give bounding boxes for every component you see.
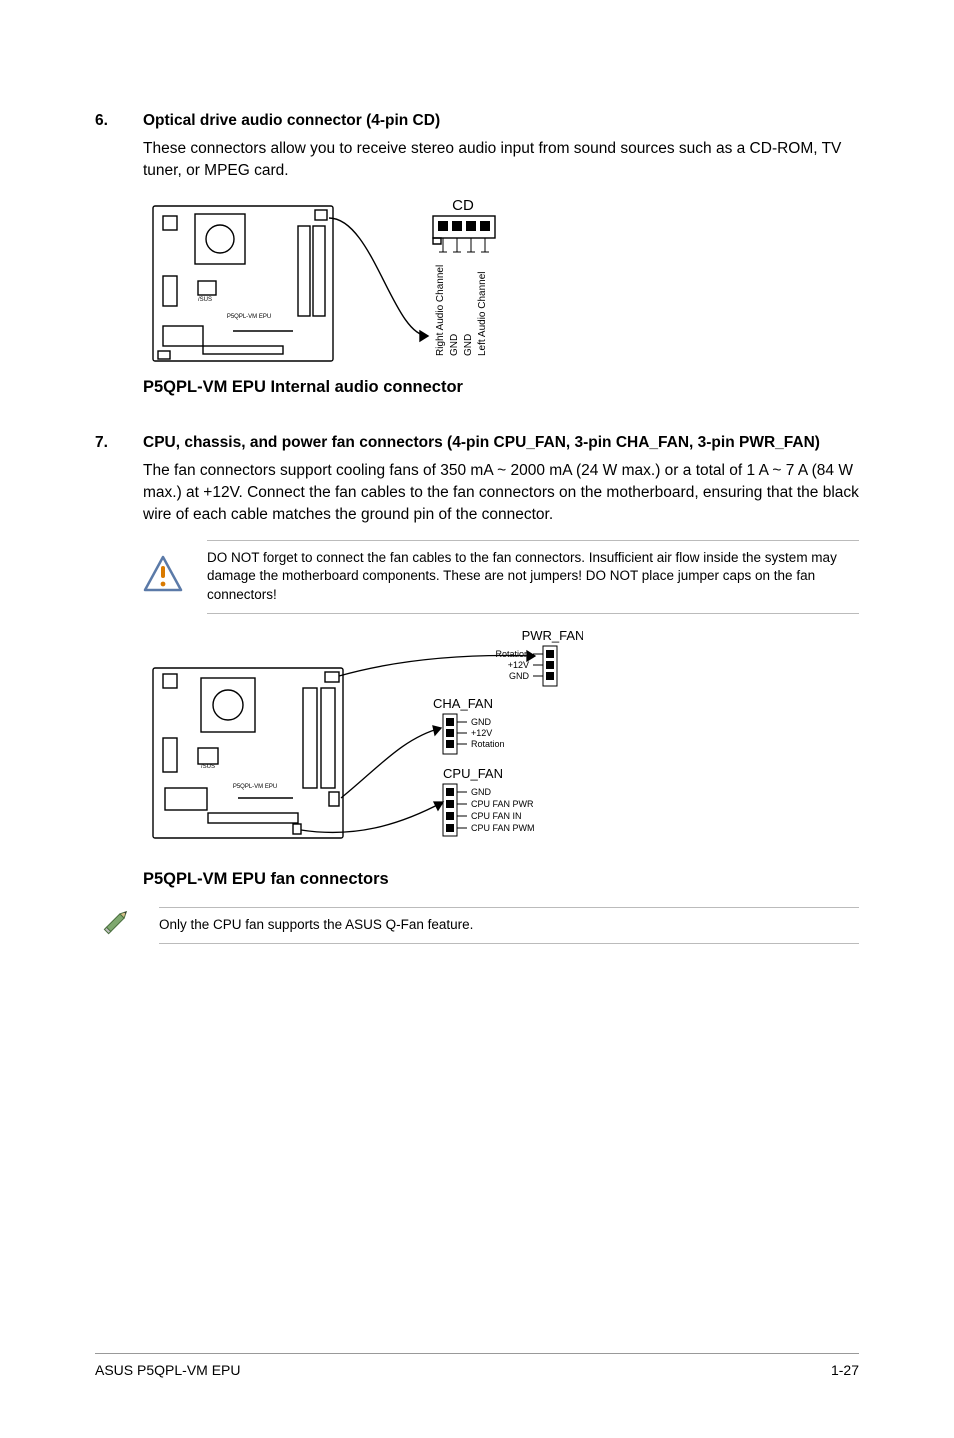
svg-text:/SUS: /SUS bbox=[198, 297, 212, 303]
cpu-fan-pin-2: CPU FAN IN bbox=[471, 811, 522, 821]
pwr-fan-pin-2: GND bbox=[509, 671, 530, 681]
cha-fan-label: CHA_FAN bbox=[433, 696, 493, 711]
figure-cd-audio-connector: P5QPL-VM EPU /SUS CD bbox=[143, 196, 543, 397]
cpu-fan-label: CPU_FAN bbox=[443, 766, 503, 781]
svg-text:/SUS: /SUS bbox=[201, 764, 215, 770]
cpu-fan-pin-0: GND bbox=[471, 787, 492, 797]
info-note: Only the CPU fan supports the ASUS Q-Fan… bbox=[95, 903, 859, 948]
section-6-number: 6. bbox=[95, 111, 143, 132]
cha-fan-pin-2: Rotation bbox=[471, 739, 505, 749]
pwr-fan-label: PWR_FAN bbox=[522, 628, 583, 643]
svg-text:P5QPL-VM EPU: P5QPL-VM EPU bbox=[233, 784, 277, 790]
cha-fan-pin-1: +12V bbox=[471, 728, 492, 738]
section-6-body: These connectors allow you to receive st… bbox=[143, 138, 859, 182]
section-7-title: CPU, chassis, and power fan connectors (… bbox=[143, 433, 859, 454]
info-note-text: Only the CPU fan supports the ASUS Q-Fan… bbox=[159, 907, 859, 944]
caution-icon bbox=[143, 554, 183, 599]
warning-text: DO NOT forget to connect the fan cables … bbox=[207, 540, 859, 614]
section-6-title: Optical drive audio connector (4-pin CD) bbox=[143, 111, 859, 132]
pencil-icon bbox=[95, 903, 135, 948]
pin-gnd-2: GND bbox=[463, 334, 474, 356]
section-7-number: 7. bbox=[95, 433, 143, 454]
figure-2-caption: P5QPL-VM EPU fan connectors bbox=[143, 870, 583, 889]
pin-gnd-1: GND bbox=[449, 334, 460, 356]
svg-text:P5QPL-VM EPU: P5QPL-VM EPU bbox=[227, 314, 271, 320]
figure-fan-connectors: P5QPL-VM EPU /SUS PWR_FAN bbox=[143, 628, 583, 889]
pwr-fan-pin-1: +12V bbox=[508, 660, 529, 670]
section-7-fan-connectors: 7. CPU, chassis, and power fan connector… bbox=[95, 433, 859, 948]
pwr-fan-pin-0: Rotation bbox=[495, 649, 529, 659]
cd-header-label: CD bbox=[452, 197, 474, 214]
section-6-head: 6. Optical drive audio connector (4-pin … bbox=[95, 111, 859, 132]
cha-fan-pin-0: GND bbox=[471, 717, 492, 727]
cpu-fan-pin-1: CPU FAN PWR bbox=[471, 799, 534, 809]
fan-connector-diagram: P5QPL-VM EPU /SUS PWR_FAN bbox=[143, 628, 583, 863]
section-6-optical-audio: 6. Optical drive audio connector (4-pin … bbox=[95, 111, 859, 397]
pin-left-audio: Left Audio Channel bbox=[477, 271, 488, 356]
footer-page-number: 1-27 bbox=[831, 1362, 859, 1378]
footer-product: ASUS P5QPL-VM EPU bbox=[95, 1362, 241, 1378]
section-7-head: 7. CPU, chassis, and power fan connector… bbox=[95, 433, 859, 454]
pin-right-audio: Right Audio Channel bbox=[435, 265, 446, 356]
warning-note: DO NOT forget to connect the fan cables … bbox=[143, 540, 859, 614]
figure-1-caption: P5QPL-VM EPU Internal audio connector bbox=[143, 378, 543, 397]
section-7-body: The fan connectors support cooling fans … bbox=[143, 460, 859, 526]
page-footer: ASUS P5QPL-VM EPU 1-27 bbox=[95, 1353, 859, 1378]
cd-audio-diagram: P5QPL-VM EPU /SUS CD bbox=[143, 196, 523, 376]
cpu-fan-pin-3: CPU FAN PWM bbox=[471, 823, 535, 833]
